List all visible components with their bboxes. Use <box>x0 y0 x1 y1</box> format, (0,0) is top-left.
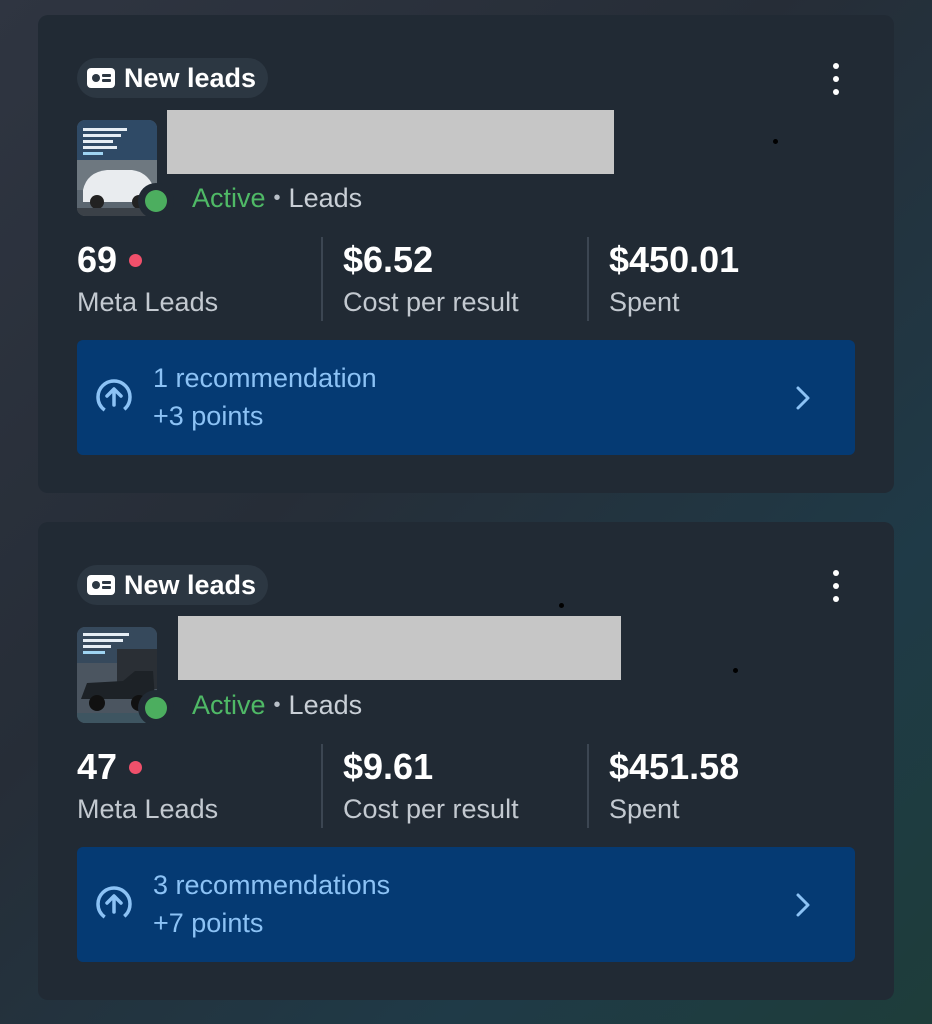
metric-value-wrap: 69 <box>77 239 143 281</box>
more-dot <box>833 596 839 602</box>
metric-label: Meta Leads <box>77 794 219 824</box>
recommendation-points: +7 points <box>153 908 264 938</box>
metrics-row: 69 Meta Leads $6.52 Cost per result $450… <box>77 235 817 321</box>
speck <box>773 139 778 144</box>
recommendations-banner[interactable]: 1 recommendation +3 points <box>77 340 855 455</box>
campaign-card[interactable]: New leads Active • Leads 47 Meta Leads $… <box>38 522 894 1000</box>
more-options-icon <box>833 63 839 69</box>
status-line: Active • Leads <box>192 183 362 214</box>
more-dot <box>833 583 839 589</box>
status-dot-fill <box>145 697 167 719</box>
objective-label: New leads <box>124 569 257 600</box>
redacted-campaign-name <box>167 110 614 174</box>
campaign-card[interactable]: New leads Active • Leads 69 Meta Leads $… <box>38 15 894 493</box>
result-type: Leads <box>288 183 363 213</box>
recommendations-banner[interactable]: 3 recommendations +7 points <box>77 847 855 962</box>
metric-value: $6.52 <box>343 239 434 280</box>
more-options-button[interactable] <box>826 568 846 604</box>
contact-card-icon <box>87 68 115 88</box>
metric-label: Meta Leads <box>77 287 219 317</box>
divider <box>587 237 589 321</box>
active-status-dot <box>138 690 174 726</box>
more-dot <box>833 89 839 95</box>
recommendation-count: 1 recommendation <box>153 363 377 393</box>
redacted-campaign-name <box>178 616 621 680</box>
recommendation-count: 3 recommendations <box>153 870 391 900</box>
objective-chip: New leads <box>77 58 269 98</box>
speck <box>559 603 564 608</box>
more-dot <box>833 76 839 82</box>
metric-value: 69 <box>77 239 118 280</box>
divider <box>321 744 323 828</box>
status-text: Active <box>192 690 266 720</box>
metric-label: Cost per result <box>343 794 519 824</box>
metric-value: $451.58 <box>609 746 740 787</box>
status-dot-fill <box>145 190 167 212</box>
metric-value: 47 <box>77 746 118 787</box>
metric-label: Spent <box>609 287 680 317</box>
divider <box>587 744 589 828</box>
status-text: Active <box>192 183 266 213</box>
more-options-icon <box>833 570 839 576</box>
chevron-right-icon <box>795 892 811 923</box>
speck <box>733 668 738 673</box>
status-line: Active • Leads <box>192 690 362 721</box>
arrow-up-circle-icon <box>95 885 133 928</box>
active-status-dot <box>138 183 174 219</box>
alert-dot <box>129 760 143 774</box>
metric-label: Spent <box>609 794 680 824</box>
separator: • <box>273 187 281 209</box>
metric-label: Cost per result <box>343 287 519 317</box>
metric-value: $450.01 <box>609 239 740 280</box>
alert-dot <box>129 253 143 267</box>
metric-value-wrap: 47 <box>77 746 143 788</box>
recommendation-points: +3 points <box>153 401 264 431</box>
separator: • <box>273 694 281 716</box>
divider <box>321 237 323 321</box>
arrow-up-circle-icon <box>95 378 133 421</box>
objective-chip: New leads <box>77 565 269 605</box>
result-type: Leads <box>288 690 363 720</box>
more-options-button[interactable] <box>826 61 846 97</box>
metric-value: $9.61 <box>343 746 434 787</box>
chevron-right-icon <box>795 385 811 416</box>
objective-label: New leads <box>124 62 257 93</box>
contact-card-icon <box>87 575 115 595</box>
metrics-row: 47 Meta Leads $9.61 Cost per result $451… <box>77 742 817 828</box>
